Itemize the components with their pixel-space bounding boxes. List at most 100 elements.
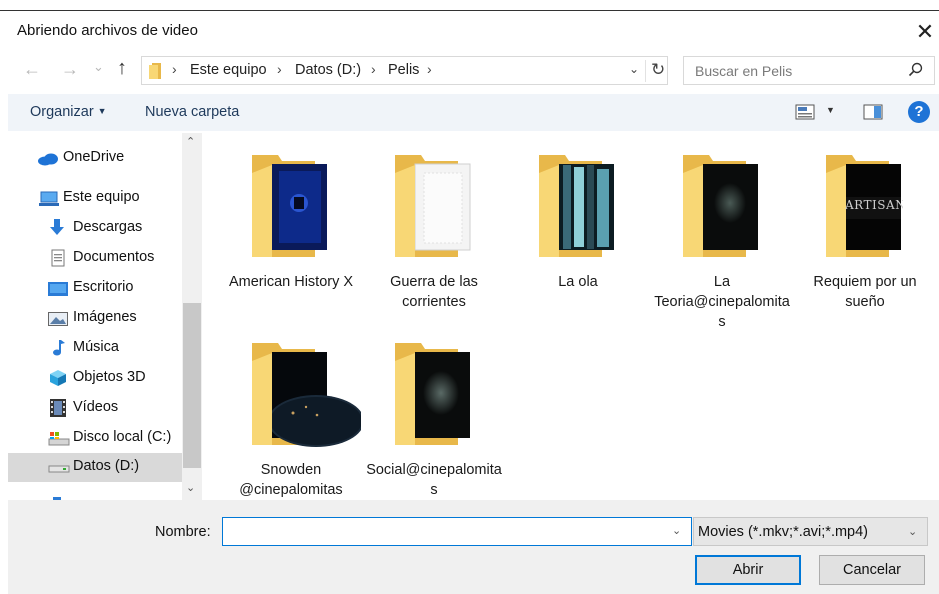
folder-item[interactable]: La Teoria@cinepalomitas	[652, 145, 792, 330]
breadcrumb-separator: ›	[371, 61, 376, 77]
scroll-down-icon[interactable]: ⌄	[186, 481, 195, 494]
downloads-icon	[50, 219, 64, 235]
nav-label: Imágenes	[73, 309, 137, 325]
search-icon[interactable]	[908, 62, 924, 78]
view-options-icon[interactable]	[795, 104, 815, 120]
breadcrumb-separator: ›	[277, 61, 282, 77]
folder-name: La ola	[558, 274, 598, 290]
open-button[interactable]: Abrir	[695, 555, 801, 585]
file-name-input[interactable]	[227, 522, 661, 540]
documents-icon	[51, 249, 65, 267]
organize-label: Organizar	[30, 104, 94, 120]
objects-3d-icon	[50, 370, 66, 386]
this-pc-icon	[39, 191, 59, 206]
folder-icon	[252, 155, 327, 257]
nav-label: Documentos	[73, 249, 155, 265]
help-icon[interactable]: ?	[908, 101, 930, 123]
breadcrumb-separator: ›	[172, 61, 177, 77]
preview-pane-icon[interactable]	[863, 104, 883, 120]
videos-icon	[50, 399, 66, 417]
title-bar: Abriendo archivos de video ✕	[0, 11, 939, 51]
nav-label: Música	[73, 339, 119, 355]
nav-item-desktop[interactable]: Escritorio	[8, 274, 182, 303]
nav-label: Este equipo	[63, 189, 140, 205]
file-type-select[interactable]: Movies (*.mkv;*.avi;*.mp4) ⌄	[693, 517, 928, 546]
nav-label: Vídeos	[73, 399, 119, 415]
nav-scrollbar[interactable]: ⌃ ⌄	[182, 133, 202, 500]
nav-item-onedrive[interactable]: OneDrive	[8, 144, 182, 173]
folder-name: Requiem por un sueño	[813, 274, 917, 310]
folder-name: Social@cinepalomitas	[366, 462, 502, 498]
folder-icon	[539, 155, 614, 257]
address-divider	[645, 60, 646, 82]
up-folder-icon[interactable]: ↑	[117, 58, 127, 78]
search-input[interactable]	[693, 62, 897, 80]
view-dropdown-icon[interactable]: ▼	[826, 105, 835, 115]
nav-item-data-drive[interactable]: Datos (D:)	[8, 453, 182, 482]
address-row: ← → ⌄ ↑ › Este equipo › Datos (D:) › Pel…	[0, 51, 939, 91]
nav-label: Objetos 3D	[73, 369, 146, 385]
folder-icon	[683, 155, 758, 257]
folder-item[interactable]: Guerra de las corrientes	[364, 145, 504, 315]
folder-item[interactable]: ARTISAN Requiem por un sueño	[795, 145, 935, 315]
nav-item-pictures[interactable]: Imágenes	[8, 304, 182, 333]
breadcrumb-pelis[interactable]: Pelis	[388, 62, 419, 78]
file-type-dropdown-icon: ⌄	[908, 526, 918, 538]
nav-item-local-disk[interactable]: Disco local (C:)	[8, 424, 182, 453]
command-bar: Organizar ▼ Nueva carpeta ▼ ?	[8, 94, 939, 131]
folder-item[interactable]: La ola	[508, 145, 648, 315]
file-name-label: Nombre:	[155, 524, 211, 540]
folder-name: Guerra de las corrientes	[390, 274, 478, 310]
nav-label: Disco local (C:)	[73, 429, 172, 445]
folder-icon	[395, 343, 470, 445]
file-list: American History X Guerra de las corrien…	[203, 133, 939, 500]
folder-item[interactable]: American History X	[221, 145, 361, 315]
pictures-icon	[48, 312, 68, 326]
network-icon	[53, 497, 61, 500]
file-name-combo: ⌄	[222, 517, 692, 546]
file-type-value: Movies (*.mkv;*.avi;*.mp4)	[698, 524, 869, 540]
forward-icon[interactable]: →	[61, 59, 79, 79]
scrollbar-thumb[interactable]	[183, 303, 201, 468]
scroll-up-icon[interactable]: ⌃	[186, 135, 195, 148]
address-dropdown-icon[interactable]: ⌄	[629, 62, 639, 76]
refresh-icon[interactable]: ↻	[651, 60, 665, 80]
address-bar[interactable]: › Este equipo › Datos (D:) › Pelis › ⌄ ↻	[141, 56, 668, 85]
local-disk-icon	[48, 432, 70, 446]
nav-item-3d-objects[interactable]: Objetos 3D	[8, 364, 182, 393]
back-icon[interactable]: ←	[23, 59, 41, 79]
new-folder-button[interactable]: Nueva carpeta	[145, 104, 239, 120]
cancel-button[interactable]: Cancelar	[819, 555, 925, 585]
folder-item[interactable]: Snowden @cinepalomitas	[221, 333, 361, 503]
file-name-dropdown-icon[interactable]: ⌄	[672, 524, 681, 537]
nav-label: Escritorio	[73, 279, 134, 295]
folder-name: American History X	[228, 274, 354, 290]
folder-name: Snowden @cinepalomitas	[239, 462, 343, 498]
desktop-icon	[48, 282, 68, 296]
folder-icon	[395, 155, 471, 257]
nav-label: Datos (D:)	[73, 458, 140, 474]
data-drive-icon	[48, 465, 70, 473]
breadcrumb-this-pc[interactable]: Este equipo	[190, 62, 267, 78]
nav-item-this-pc[interactable]: Este equipo	[8, 184, 182, 213]
caret-down-icon: ▼	[97, 106, 107, 116]
poster-text: ARTISAN	[845, 198, 903, 212]
recent-locations-icon[interactable]: ⌄	[93, 57, 104, 77]
window-title: Abriendo archivos de video	[17, 22, 198, 39]
navigation-pane: OneDrive Este equipo Descargas Documento…	[8, 133, 182, 500]
folder-icon	[252, 343, 361, 447]
folder-name: La Teoria@cinepalomitas	[654, 274, 790, 330]
nav-item-documents[interactable]: Documentos	[8, 244, 182, 273]
dialog-footer: Nombre: ⌄ Movies (*.mkv;*.avi;*.mp4) ⌄ A…	[8, 500, 939, 594]
close-icon[interactable]: ✕	[912, 19, 938, 45]
nav-item-music[interactable]: Música	[8, 334, 182, 363]
nav-item-videos[interactable]: Vídeos	[8, 394, 182, 423]
breadcrumb-separator: ›	[427, 61, 432, 77]
onedrive-icon	[38, 153, 58, 166]
breadcrumb-data-drive[interactable]: Datos (D:)	[295, 62, 361, 78]
organize-button[interactable]: Organizar ▼	[30, 104, 107, 120]
folder-item[interactable]: Social@cinepalomitas	[364, 333, 504, 503]
folder-location-icon	[149, 63, 161, 79]
nav-label: OneDrive	[63, 149, 125, 165]
nav-item-downloads[interactable]: Descargas	[8, 214, 182, 243]
